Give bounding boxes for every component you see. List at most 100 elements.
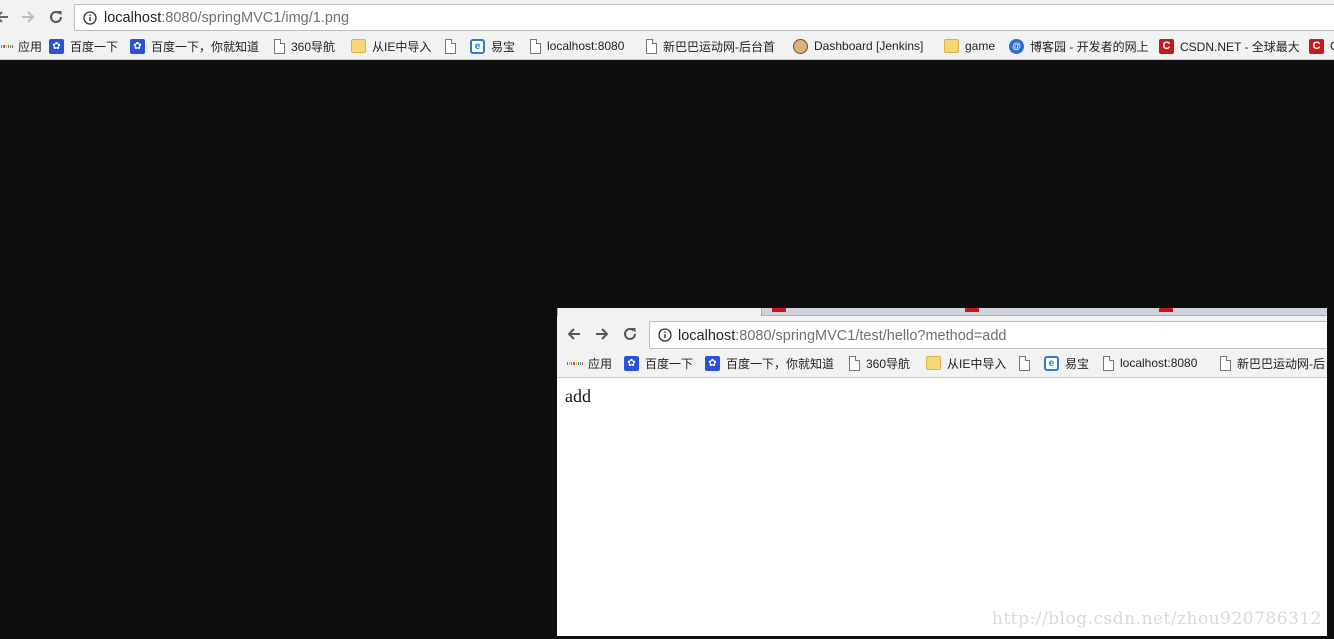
baidu-paw-icon: ✿: [624, 355, 639, 371]
bookmark-360[interactable]: 360导航: [849, 354, 910, 372]
bookmark-csdn[interactable]: C CSDN.NET - 全球最大: [1159, 37, 1299, 55]
bookmark-label: Dashboard [Jenkins]: [814, 39, 924, 53]
bookmark-label: 360导航: [291, 39, 336, 54]
inner-reload-button[interactable]: [618, 322, 642, 346]
folder-icon: [926, 356, 941, 370]
csdn-icon: [1159, 308, 1173, 312]
reload-icon: [50, 10, 62, 23]
page-icon: [1019, 355, 1030, 371]
url-host: localhost: [104, 10, 162, 26]
bookmark-apps[interactable]: 应用: [567, 354, 612, 372]
bookmarks-bar: 应用 ✿ 百度一下 ✿ 百度一下，你就知道 360导航 从IE中导入 e 易宝 …: [0, 35, 1334, 57]
csdn-icon: [772, 308, 786, 312]
bookmark-jenkins[interactable]: Dashboard [Jenkins]: [793, 37, 923, 55]
bookmark-label: 新巴巴运动网-后台首: [663, 39, 775, 54]
bookmark-label: game: [965, 39, 996, 53]
inner-tab[interactable]: [952, 308, 1147, 316]
reload-icon: [624, 327, 636, 340]
bookmark-label: localhost:8080: [1120, 356, 1198, 370]
page-icon: [530, 38, 541, 54]
inner-tab-active[interactable]: [557, 308, 762, 316]
page-response-text: add: [565, 386, 591, 406]
inner-forward-button[interactable]: [590, 322, 614, 346]
watermark: http://blog.csdn.net/zhou920786312: [992, 609, 1322, 629]
baidu-paw-icon: ✿: [130, 38, 145, 54]
inner-page-content: add: [557, 379, 1327, 636]
bookmark-baidu[interactable]: ✿ 百度一下: [624, 354, 693, 372]
page-icon: [1103, 355, 1114, 371]
bookmark-cnblogs[interactable]: @ 博客园 - 开发者的网上: [1009, 37, 1149, 55]
ie-icon: e: [470, 38, 485, 54]
inner-tab[interactable]: [1147, 308, 1327, 316]
page-icon: [274, 38, 285, 54]
back-button[interactable]: [0, 5, 14, 29]
bookmark-game[interactable]: game: [944, 37, 995, 55]
address-bar[interactable]: localhost:8080/springMVC1/img/1.png: [74, 4, 1334, 31]
bookmark-import-ie[interactable]: 从IE中导入: [926, 354, 1006, 372]
inner-tab-strip: [557, 308, 1327, 316]
inner-tab[interactable]: [762, 308, 952, 316]
bookmark-yibao[interactable]: e 易宝: [1044, 354, 1089, 372]
forward-arrow-icon: [596, 328, 609, 340]
folder-icon: [351, 39, 366, 53]
bookmark-baidu[interactable]: ✿ 百度一下: [49, 37, 118, 55]
cnblogs-icon: @: [1009, 38, 1024, 54]
browser-chrome: localhost:8080/springMVC1/img/1.png 应用 ✿…: [0, 0, 1334, 60]
page-icon: [646, 38, 657, 54]
bookmark-label: 百度一下: [70, 39, 119, 54]
bookmark-360[interactable]: 360导航: [274, 37, 335, 55]
bookmark-baidu-2[interactable]: ✿ 百度一下，你就知道: [130, 37, 259, 55]
bookmark-csdn-2[interactable]: C C: [1309, 37, 1334, 55]
page-icon: [445, 38, 456, 54]
bookmark-label: 易宝: [491, 39, 516, 54]
bookmark-localhost[interactable]: localhost:8080: [530, 37, 624, 55]
bookmark-xinbaba[interactable]: 新巴巴运动网-后台首: [646, 37, 782, 55]
info-icon[interactable]: [658, 328, 672, 342]
bookmark-label: 百度一下: [645, 356, 694, 371]
bookmark-label: 从IE中导入: [372, 39, 432, 54]
bookmark-label: 应用: [588, 356, 613, 371]
bookmark-baidu-2[interactable]: ✿ 百度一下，你就知道: [705, 354, 834, 372]
bookmark-label: CSDN.NET - 全球最大: [1180, 39, 1299, 54]
csdn-icon: [965, 308, 979, 312]
page-icon: [849, 355, 860, 371]
inner-back-button[interactable]: [562, 322, 586, 346]
embedded-browser-screenshot: localhost:8080/springMVC1/test/hello?met…: [557, 308, 1327, 636]
inner-address-bar[interactable]: localhost:8080/springMVC1/test/hello?met…: [649, 321, 1327, 349]
forward-button[interactable]: [16, 5, 40, 29]
jenkins-icon: [793, 38, 808, 54]
url-text: localhost:8080/springMVC1/img/1.png: [104, 10, 349, 26]
bookmark-untitled[interactable]: [445, 37, 462, 55]
reload-button[interactable]: [44, 5, 68, 29]
bookmark-label: 应用: [18, 39, 43, 54]
bookmark-label: 易宝: [1065, 356, 1090, 371]
url-path: :8080/springMVC1/test/hello?method=add: [735, 328, 1007, 344]
bookmark-label: 从IE中导入: [947, 356, 1007, 371]
bookmark-label: 360导航: [866, 356, 911, 371]
bookmark-apps[interactable]: 应用: [0, 37, 42, 55]
bookmark-untitled[interactable]: [1019, 354, 1036, 372]
url-path: :8080/springMVC1/img/1.png: [161, 10, 350, 26]
back-arrow-icon: [567, 328, 580, 340]
csdn-icon: C: [1309, 38, 1324, 54]
baidu-paw-icon: ✿: [705, 355, 720, 371]
url-host: localhost: [678, 328, 736, 344]
bookmark-label: 新巴巴运动网-后: [1237, 356, 1325, 371]
info-icon[interactable]: [83, 11, 97, 25]
bookmark-label: 百度一下，你就知道: [151, 39, 260, 54]
apps-grid-icon: [0, 39, 12, 54]
url-text: localhost:8080/springMVC1/test/hello?met…: [678, 328, 1006, 344]
bookmark-import-ie[interactable]: 从IE中导入: [351, 37, 431, 55]
forward-arrow-icon: [22, 11, 35, 23]
bookmark-label: C: [1330, 39, 1334, 53]
bookmark-label: 博客园 - 开发者的网上: [1030, 39, 1149, 54]
bookmark-localhost[interactable]: localhost:8080: [1103, 354, 1197, 372]
inner-bookmarks-bar: 应用 ✿ 百度一下 ✿ 百度一下，你就知道 360导航 从IE中导入 e 易宝 …: [557, 353, 1327, 373]
bookmark-yibao[interactable]: e 易宝: [470, 37, 515, 55]
bookmark-xinbaba[interactable]: 新巴巴运动网-后: [1220, 354, 1327, 372]
csdn-icon: C: [1159, 38, 1174, 54]
back-arrow-icon: [0, 11, 8, 23]
bookmark-label: 百度一下，你就知道: [726, 356, 835, 371]
navigation-bar: localhost:8080/springMVC1/img/1.png: [0, 0, 1334, 34]
ie-icon: e: [1044, 355, 1059, 371]
